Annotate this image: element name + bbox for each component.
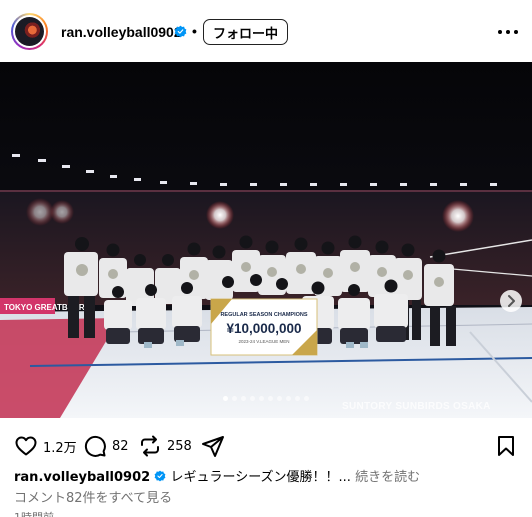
following-button[interactable]: フォロー中 [203,19,288,45]
post-username[interactable]: ran.volleyball0902 [61,24,182,40]
board-amount: ¥10,000,000 [226,321,301,336]
repost-icon[interactable] [138,434,162,458]
comment-count: 82 [112,438,129,454]
photo-scene: TOKYO GREATBEARS REGULAR SEASON CHAMPION… [0,62,532,418]
photo-watermark: SUNTORY SUNBIRDS OSAKA [342,401,491,412]
more-options-icon[interactable] [496,22,520,42]
prize-board: REGULAR SEASON CHAMPIONS ¥10,000,000 202… [210,298,318,356]
carousel-next-button[interactable] [500,290,522,312]
read-more-link[interactable]: 続きを読む [355,470,420,485]
comment-icon[interactable] [83,434,107,458]
repost-count: 258 [167,438,192,454]
send-icon[interactable] [201,434,225,458]
post-photo[interactable]: TOKYO GREATBEARS REGULAR SEASON CHAMPION… [0,62,532,418]
avatar-image [15,17,44,46]
view-all-comments-link[interactable]: コメント82件をすべて見る [14,487,172,506]
post-actions: 1.2万 82 258 [0,430,532,464]
verified-badge-icon [174,25,187,38]
share-action[interactable] [201,434,225,458]
board-title: REGULAR SEASON CHAMPIONS [220,312,307,318]
comment-action[interactable]: 82 [83,434,129,458]
carousel-dot [259,396,264,401]
like-action[interactable]: 1.2万 [14,434,77,458]
chevron-right-icon [508,295,515,307]
avatar[interactable] [11,13,48,50]
save-action[interactable] [495,434,517,458]
carousel-dot [232,396,237,401]
carousel-dot [295,396,300,401]
carousel-dot [241,396,246,401]
post-timestamp: 1時間前 [14,509,54,517]
like-count: 1.2万 [43,440,77,456]
post-caption: ran.volleyball0902 レギュラーシーズン優勝！！... 続きを読… [14,466,420,485]
caption-username[interactable]: ran.volleyball0902 [14,470,150,485]
bookmark-icon[interactable] [495,434,517,458]
avatar-frame [13,15,46,48]
verified-badge-icon [154,470,166,482]
carousel-dot [223,396,228,401]
carousel-dot [250,396,255,401]
carousel-dot [286,396,291,401]
board-subtitle: 2023-24 V.LEAGUE MEN [238,339,289,344]
carousel-dot [268,396,273,401]
post-header: ran.volleyball0902 • フォロー中 [0,0,532,62]
carousel-dot [304,396,309,401]
repost-action[interactable]: 258 [138,434,192,458]
caption-text: レギュラーシーズン優勝！！... [170,470,351,485]
header-separator: • [192,23,197,39]
heart-icon[interactable] [14,434,38,458]
carousel-dot [277,396,282,401]
